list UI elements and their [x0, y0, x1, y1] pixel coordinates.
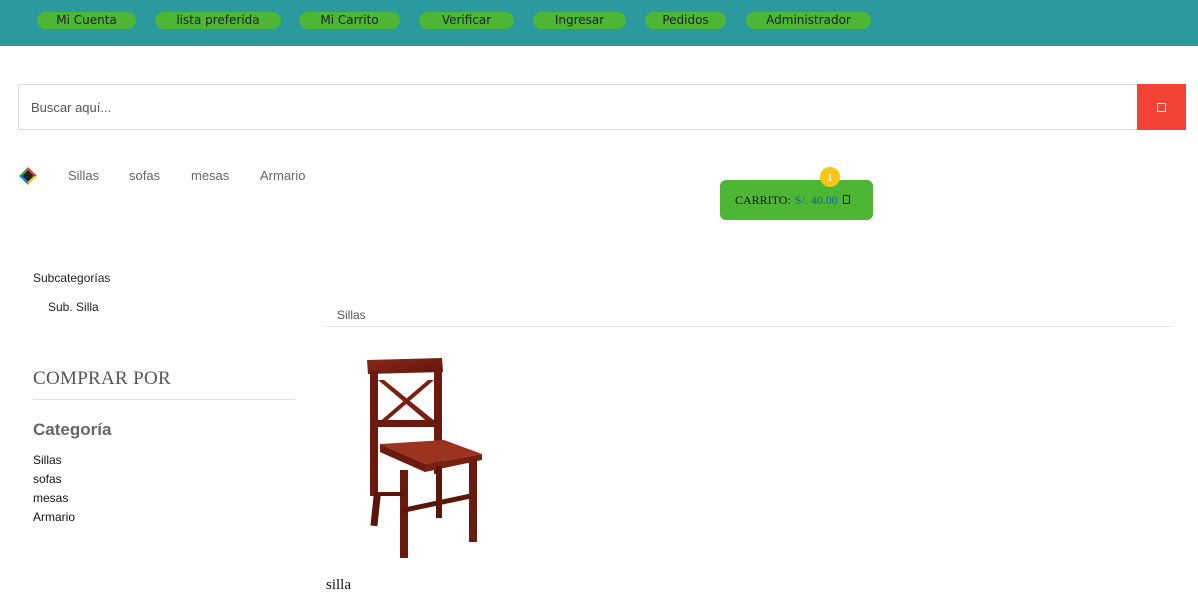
nav-link-armario[interactable]: Armario — [260, 168, 306, 183]
nav-pill-lista-preferida[interactable]: lista preferida — [155, 12, 281, 29]
nav-link-sofas[interactable]: sofas — [129, 168, 160, 183]
nav-pill-mi-carrito[interactable]: Mi Carrito — [299, 12, 400, 29]
cart-button[interactable]: CARRITO: S/. 40.00 — [720, 180, 873, 220]
shop-by-heading: COMPRAR POR — [33, 368, 171, 389]
category-link-armario[interactable]: Armario — [33, 508, 75, 527]
nav-link-sillas[interactable]: Sillas — [68, 168, 99, 183]
shopping-bag-icon — [842, 193, 850, 208]
nav-pill-pedidos[interactable]: Pedidos — [645, 12, 726, 29]
product-image[interactable] — [340, 352, 500, 562]
subcategories-title: Subcategorías — [33, 271, 111, 285]
category-link-sofas[interactable]: sofas — [33, 470, 75, 489]
search-input[interactable] — [19, 85, 1139, 129]
nav-pill-mi-cuenta[interactable]: Mi Cuenta — [37, 12, 136, 29]
search-bar — [18, 84, 1186, 130]
cart-count-badge: 1 — [820, 167, 840, 187]
cart-label: CARRITO: — [735, 192, 791, 207]
search-icon — [1157, 102, 1166, 112]
divider — [325, 326, 1173, 327]
brand-logo-icon[interactable] — [18, 166, 38, 186]
category-heading: Categoría — [33, 420, 112, 439]
category-list: Sillas sofas mesas Armario — [33, 451, 75, 527]
section-title: Sillas — [337, 308, 366, 322]
product-name[interactable]: silla — [326, 577, 351, 594]
divider — [33, 399, 295, 400]
subcategory-link[interactable]: Sub. Silla — [48, 300, 99, 314]
nav-pill-ingresar[interactable]: Ingresar — [533, 12, 626, 29]
nav-link-mesas[interactable]: mesas — [191, 168, 229, 183]
search-button[interactable] — [1137, 84, 1186, 130]
category-link-sillas[interactable]: Sillas — [33, 451, 75, 470]
nav-pill-administrador[interactable]: Administrador — [746, 12, 871, 29]
category-link-mesas[interactable]: mesas — [33, 489, 75, 508]
nav-pill-verificar[interactable]: Verificar — [419, 12, 514, 29]
top-bar: Mi Cuenta lista preferida Mi Carrito Ver… — [0, 0, 1198, 46]
cart-amount: S/. 40.00 — [794, 192, 838, 207]
